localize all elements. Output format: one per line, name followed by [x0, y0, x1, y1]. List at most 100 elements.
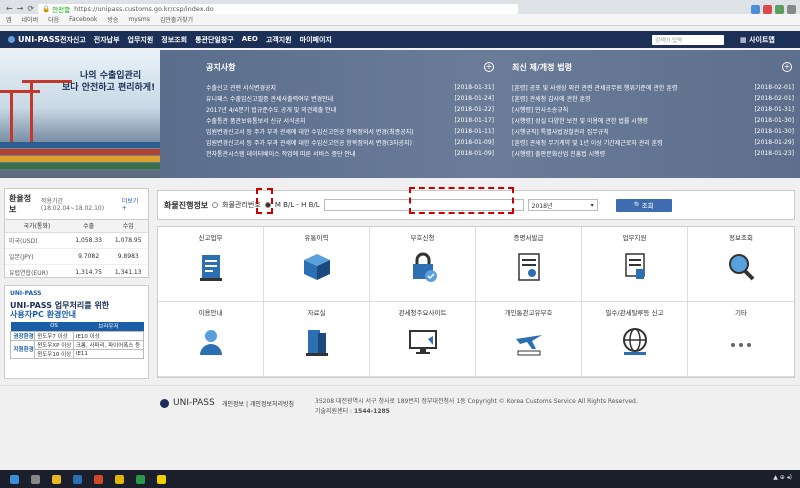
service-tile[interactable]: 개인통관고유부호	[476, 302, 582, 377]
plane-icon	[515, 335, 542, 356]
radio-cargo-number[interactable]	[212, 202, 219, 208]
service-tile[interactable]: 신고업무	[158, 227, 264, 302]
notice-item[interactable]: 임원변경신고서 등 주가 부과 관세에 대한 수입신고인공 항목정의서 변경(최…	[206, 126, 494, 137]
banner-line2: 보다 안전하고 편리하게!	[62, 83, 156, 93]
service-tile[interactable]: 유통이력	[264, 227, 370, 302]
crane-shape	[0, 90, 40, 93]
globe-icon	[622, 328, 647, 355]
site-search-input[interactable]: 검색어 입력	[652, 35, 724, 45]
os-taskbar: ▲ ⊕ ◂)	[0, 470, 800, 488]
nav-item[interactable]: AEO	[242, 35, 258, 45]
stamp-icon	[624, 253, 645, 279]
footer-links[interactable]: 개인정보 | 개인정보처리방침	[222, 399, 294, 408]
service-tile[interactable]: 이용안내	[158, 302, 264, 377]
back-icon[interactable]: ←	[6, 4, 13, 13]
law-item[interactable]: [훈령] 공포 및 사생상 외관 관련 관세공무원 행위기준에 관한 훈령 [20…	[512, 82, 794, 93]
exchange-rate-box: 환율정보 적용기간(18.02.04~18.02.10) 더보기 + 국가(통화…	[4, 188, 149, 281]
notice-item[interactable]: 유니패스 수출입신고필증 관세사출력여부 변경안내 [2018-01-24]	[206, 93, 494, 104]
year-select[interactable]: 2018년 ▾	[527, 199, 598, 211]
korea-emblem-icon	[160, 398, 169, 408]
url-field[interactable]: 🔒 안전함 https://unipass.customs.go.kr/csp/…	[38, 3, 519, 14]
notice-item[interactable]: 수출통관 품관보류통보서 신규 서식공지 [2018-01-17]	[206, 115, 494, 126]
extension-icon[interactable]	[763, 5, 772, 14]
books-icon	[305, 330, 328, 356]
reload-icon[interactable]: ⟳	[27, 4, 34, 13]
nav-item[interactable]: 통관단일창구	[195, 35, 234, 45]
table-row: 지원환경 윈도우XP 이상 크롬, 사파리, 파이어폭스 등	[9, 339, 145, 359]
law-item[interactable]: [시행령] 민사소송규칙 [2018-01-31]	[512, 104, 794, 115]
pc-title-line2: 사용자PC 환경안내	[10, 310, 77, 319]
rate-title: 환율정보	[9, 194, 32, 214]
kakaotalk-icon[interactable]	[157, 474, 166, 484]
boxes-icon	[303, 254, 330, 280]
site-footer: UNI-PASS 개인정보 | 개인정보처리방침 35208 대전광역시 서구 …	[0, 385, 800, 470]
nav-item[interactable]: 마이페이지	[300, 35, 332, 45]
logo-text: UNI-PASS	[18, 35, 60, 44]
bookmark-item[interactable]: 다음	[48, 15, 59, 24]
chevron-down-icon: ▾	[590, 201, 594, 209]
menu-icon[interactable]	[787, 5, 796, 14]
bookmark-item[interactable]: 네이버	[22, 15, 39, 24]
service-tile[interactable]: 관세청주요사이트	[370, 302, 476, 377]
bookmark-item[interactable]: 앱	[6, 15, 12, 24]
certificate-icon	[517, 253, 540, 281]
nav-item[interactable]: 전자신고	[60, 35, 86, 45]
office-icon[interactable]	[94, 474, 103, 484]
service-tile[interactable]: 자료실	[264, 302, 370, 377]
notice-item[interactable]: 임원변경신고서 등 주가 부과 관세에 대한 수입신고인공 항목정의서 변경(3…	[206, 137, 494, 148]
law-item[interactable]: [시행규칙] 특별사법경찰관리 집무규칙 [2018-01-30]	[512, 126, 794, 137]
service-tile[interactable]: 업무지원	[582, 227, 688, 302]
service-tile[interactable]: 정보조회	[688, 227, 794, 302]
extension-icon[interactable]	[775, 5, 784, 14]
pc-environment-box[interactable]: UNI-PASS UNI-PASS 업무처리를 위한 사용자PC 환경안내 OS…	[4, 285, 149, 379]
notice-item[interactable]: 수출신고 관련 서식변경공지 [2018-01-31]	[206, 82, 494, 93]
container-row	[0, 142, 160, 148]
law-item[interactable]: [훈령] 관세청 감사에 관한 훈령 [2018-02-01]	[512, 93, 794, 104]
nav-item[interactable]: 정보조회	[161, 35, 187, 45]
bookmarks-bar: 앱 네이버 다음 Facebook 방송 mysms 김만출거찾기	[0, 14, 800, 26]
service-tile[interactable]: 기타	[688, 302, 794, 377]
bookmark-item[interactable]: mysms	[128, 16, 150, 23]
footer-address: 35208 대전광역시 서구 청사로 189번지 정부대전청사 1동 Copyr…	[315, 398, 638, 415]
search-icon[interactable]	[31, 474, 40, 484]
law-item[interactable]: [시행령] 출판문화산업 진흥법 시행령 [2018-01-23]	[512, 148, 794, 159]
chrome-icon[interactable]	[115, 474, 124, 484]
nav-item[interactable]: 업무지원	[128, 35, 154, 45]
folder-icon[interactable]	[52, 474, 61, 484]
service-tile[interactable]: 증명서발급	[476, 227, 582, 302]
law-item[interactable]: [훈령] 관세청 무기계약 및 1년 이상 기간제근로자 관리 훈령 [2018-…	[512, 137, 794, 148]
nav-item[interactable]: 고객지원	[266, 35, 292, 45]
notice-item[interactable]: 2017년 4/4분기 법규준수도 공개 및 의견제출 안내 [2018-01-2…	[206, 104, 494, 115]
rate-more-link[interactable]: 더보기 +	[122, 196, 144, 212]
search-button[interactable]: 🔍 조회	[615, 198, 672, 212]
bookmark-item[interactable]: 김만출거찾기	[160, 15, 193, 24]
service-tile[interactable]: 밀수/관세탈루등 신고	[582, 302, 688, 377]
laws-list: [훈령] 공포 및 사생상 외관 관련 관세공무원 행위기준에 관한 훈령 [20…	[512, 82, 794, 159]
table-row: 미국(USD) 1,058.33 1,078.95	[5, 232, 148, 249]
pc-logo: UNI-PASS	[10, 290, 42, 297]
logo-icon	[8, 36, 15, 43]
laws-more-icon[interactable]: +	[782, 62, 792, 72]
nav-item[interactable]: 전자납부	[94, 35, 120, 45]
address-bar-row: ← → ⟳ 🔒 안전함 https://unipass.customs.go.k…	[0, 3, 800, 14]
service-tile[interactable]: 부호신청	[370, 227, 476, 302]
main-nav: UNI-PASS 전자신고 전자납부 업무지원 정보조회 통관단일창구 AEO …	[0, 31, 800, 48]
sitemap-link[interactable]: ▦ 사이트맵	[740, 35, 775, 45]
site-logo[interactable]: UNI-PASS	[0, 35, 60, 44]
search-button-label: 조회	[641, 202, 654, 210]
magnifier-icon	[729, 254, 755, 281]
notices-more-icon[interactable]: +	[484, 62, 494, 72]
forward-icon[interactable]: →	[17, 4, 24, 13]
bookmark-item[interactable]: Facebook	[69, 16, 97, 23]
start-icon[interactable]	[10, 474, 19, 484]
notice-item[interactable]: 전자통관시스템 데이터베이스 작업에 따른 서비스 중단 안내 [2018-01-…	[206, 148, 494, 159]
rate-table: 국가(통화) 수출 수입 미국(USD) 1,058.33 1,078.95 일본(JP…	[5, 220, 148, 281]
app-icon[interactable]	[136, 474, 145, 484]
ie-icon[interactable]	[73, 474, 82, 484]
bookmark-item[interactable]: 방송	[107, 15, 118, 24]
table-row: 권장환경 윈도우7 이상 IE10 이상	[9, 330, 145, 341]
extension-icon[interactable]	[751, 5, 760, 14]
news-panel: 공지사항 + 수출신고 관련 서식변경공지 [2018-01-31] 유니패스 수…	[160, 50, 800, 178]
law-item[interactable]: [시행령] 성실 다양한 보전 및 이용에 관한 법률 시행령 [2018-01-…	[512, 115, 794, 126]
notices-title: 공지사항	[206, 63, 236, 72]
